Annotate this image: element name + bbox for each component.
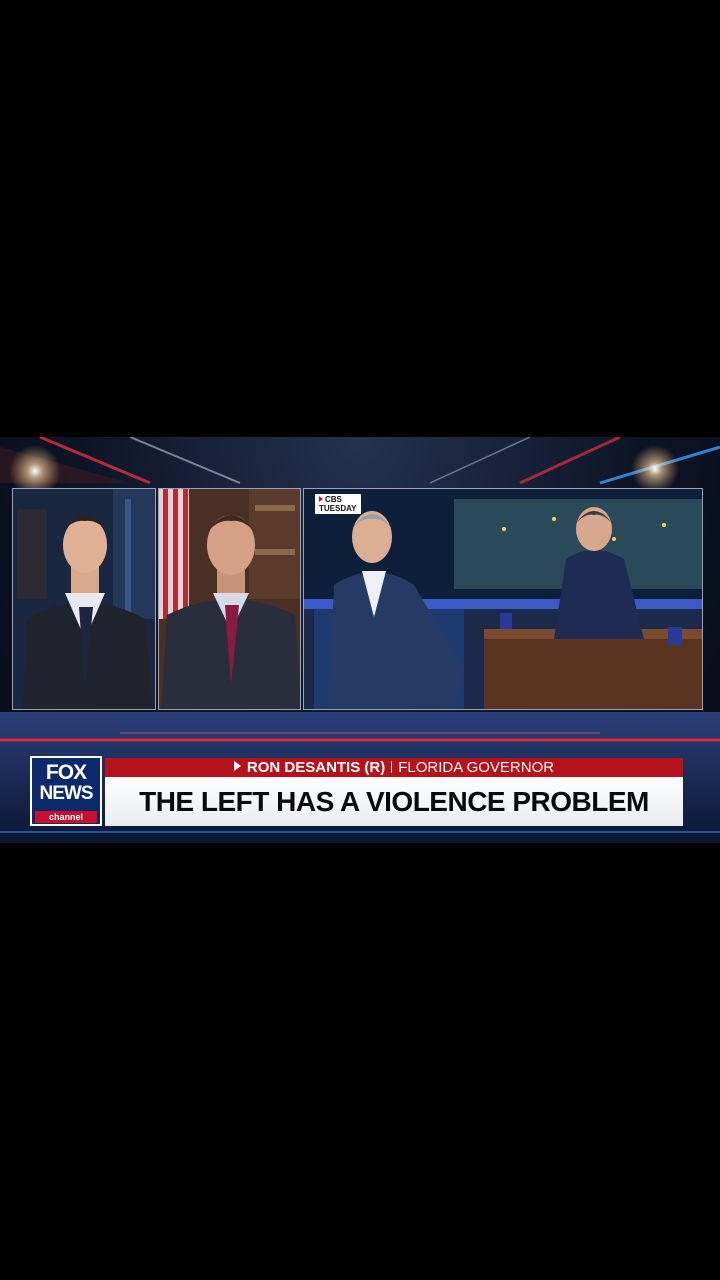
- name-bar: RON DESANTIS (R) FLORIDA GOVERNOR: [105, 758, 683, 777]
- talk-show-clip: [304, 489, 702, 709]
- logo-channel-text: channel: [35, 811, 97, 823]
- guest-title: FLORIDA GOVERNOR: [398, 759, 555, 776]
- source-tag-network: CBS: [325, 495, 342, 504]
- source-tag: CBS TUESDAY: [315, 494, 361, 514]
- logo-news-text: NEWS: [39, 783, 94, 804]
- host-video-panel: [12, 488, 156, 710]
- separator: [391, 761, 393, 773]
- lower-third: FOX NEWS channel RON DESANTIS (R) FLORIDA…: [0, 745, 720, 843]
- logo-fox-text: FOX: [45, 761, 87, 784]
- play-triangle-icon: [233, 761, 241, 771]
- network-logo: FOX NEWS channel: [30, 756, 102, 826]
- source-tag-day: TUESDAY: [319, 504, 357, 513]
- guest-name: RON DESANTIS (R): [246, 759, 386, 776]
- headline: THE LEFT HAS A VIOLENCE PROBLEM: [105, 777, 683, 826]
- guest-figure: [159, 489, 300, 709]
- guest-video-panel: [158, 488, 301, 710]
- play-triangle-icon: [319, 496, 323, 502]
- host-figure: [13, 489, 155, 709]
- video-player[interactable]: CBS TUESDAY FOX NEWS channel RON DESANTI…: [0, 437, 720, 843]
- clip-video-panel: CBS TUESDAY: [303, 488, 703, 710]
